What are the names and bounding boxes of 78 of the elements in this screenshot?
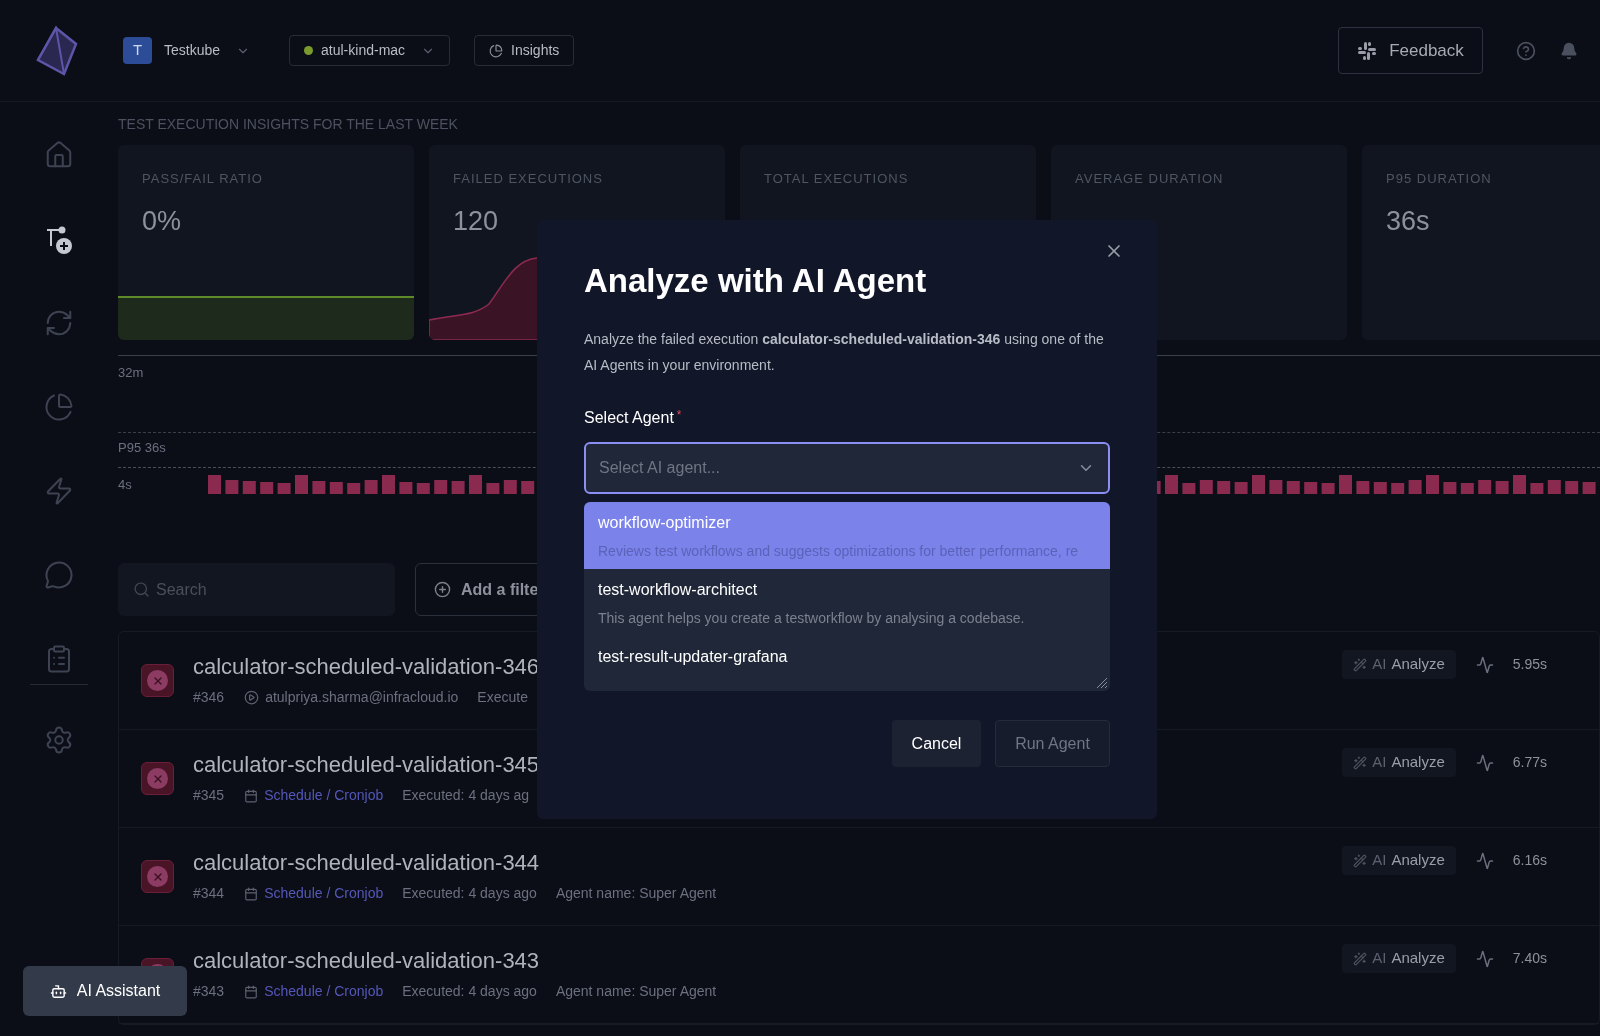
dialog-title: Analyze with AI Agent [584,261,928,301]
workspace-name[interactable]: Testkube [164,40,221,61]
duration: 5.95s [1512,655,1547,674]
ai-analyze-button[interactable]: AI Analyze [1342,650,1456,679]
execution-number: #346 [193,688,225,707]
agent-name: Agent name: Super Agent [555,884,717,903]
execution-number: #344 [193,884,225,903]
execution-number: #345 [193,786,225,805]
bell-icon[interactable] [1560,41,1578,60]
execution-number: #343 [193,982,225,1001]
stat-value: 120 [453,205,499,238]
pie-chart-icon[interactable] [44,392,74,422]
duration: 6.16s [1512,851,1547,870]
stat-label: PASS/FAIL RATIO [142,170,263,188]
workspace-avatar: T [123,37,152,64]
search-field[interactable]: Search [118,563,395,616]
chat-icon[interactable] [44,560,74,590]
agent-name: test-result-updater-grafana [598,647,789,667]
refresh-icon[interactable] [44,308,74,338]
stat-value: 36s [1386,205,1430,238]
agent-name: test-workflow-architect [598,580,759,600]
stat-label: AVERAGE DURATION [1075,170,1224,188]
agent-name: workflow-optimizer [598,513,732,533]
calendar-icon [244,788,259,803]
activity-icon [1475,753,1494,772]
plus-circle-icon [434,581,451,598]
executed-time: Execute [477,688,528,707]
required-mark: * [676,407,682,424]
cancel-button[interactable]: Cancel [892,720,981,767]
logo-icon[interactable] [34,25,78,76]
axis-label: 4s [118,476,132,494]
magic-wand-icon [1353,853,1368,868]
calendar-icon [244,886,259,901]
lightning-icon[interactable] [44,476,74,506]
section-title: TEST EXECUTION INSIGHTS FOR THE LAST WEEK [118,115,459,133]
environment-selector[interactable]: atul-kind-mac [289,35,451,66]
ai-analyze-button[interactable]: AI Analyze [1342,846,1456,875]
settings-icon[interactable] [44,725,74,755]
pie-chart-icon [489,43,504,58]
magic-wand-icon [1353,951,1368,966]
insights-button[interactable]: Insights [474,35,575,66]
feedback-button[interactable]: Feedback [1338,27,1483,74]
help-icon[interactable] [1516,40,1536,61]
agent-option[interactable]: test-workflow-architect This agent helps you create a testworkflow by analysing a codebase. [584,569,1110,636]
ai-analyze-button[interactable]: AI Analyze [1342,748,1456,777]
robot-icon [49,982,67,1000]
stat-label: FAILED EXECUTIONS [453,170,603,188]
calendar-icon [244,984,259,999]
play-circle-icon [244,690,260,705]
duration: 7.40s [1512,949,1547,968]
trigger-user: atulpriya.sharma@infracloud.io [265,688,459,707]
activity-icon [1475,949,1494,968]
activity-icon [1475,655,1494,674]
execution-name[interactable]: calculator-scheduled-validation-343 [193,947,1343,975]
activity-icon [1475,851,1494,870]
execution-name[interactable]: calculator-scheduled-validation-344 [193,849,1343,877]
ai-assistant-button[interactable]: AI Assistant [23,966,187,1016]
agent-name: Agent name: Super Agent [555,982,717,1001]
stat-label: P95 DURATION [1386,170,1492,188]
run-agent-button[interactable]: Run Agent [995,720,1110,767]
executed-time: Executed: 4 days ag [402,786,530,805]
pinwheel-icon [1357,40,1378,61]
executed-time: Executed: 4 days ago [402,884,537,903]
resize-handle-icon [1096,677,1108,689]
axis-label: P95 36s [118,439,166,457]
executed-time: Executed: 4 days ago [402,982,537,1001]
home-icon[interactable] [44,140,74,170]
agent-option[interactable]: test-result-updater-grafana [584,636,1110,691]
axis-label: 32m [118,364,144,382]
agent-description: This agent helps you create a testworkflow by analysing a codebase. [598,609,1026,627]
stat-value: 0% [142,205,182,238]
magic-wand-icon [1353,755,1368,770]
field-label: Select Agent [584,408,674,428]
magic-wand-icon [1353,657,1368,672]
dialog-description: Analyze the failed execution calculator-scheduled-validation-346 using one of the AI Agents in your environment. [584,330,1105,375]
ai-analyze-button[interactable]: AI Analyze [1342,944,1456,973]
duration: 6.77s [1512,753,1547,772]
stat-label: TOTAL EXECUTIONS [764,170,909,188]
